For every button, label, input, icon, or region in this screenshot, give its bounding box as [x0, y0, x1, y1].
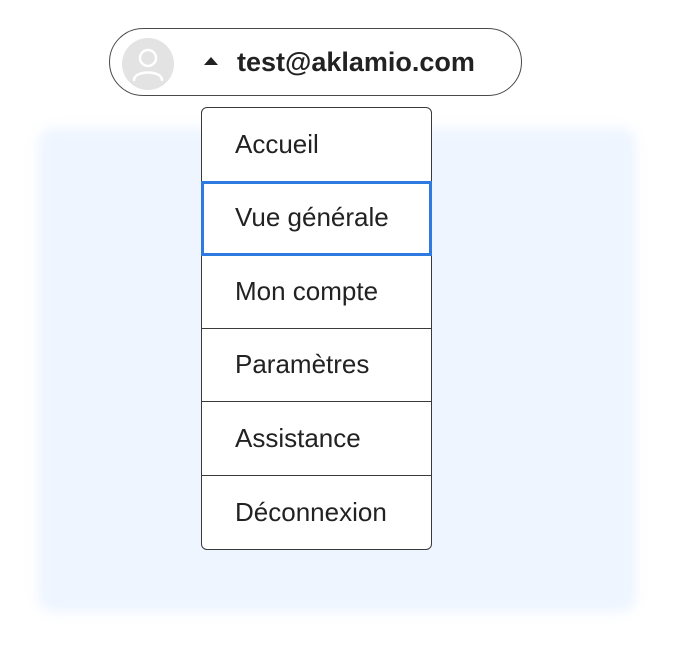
user-email: test@aklamio.com: [237, 47, 475, 77]
menu-item-assistance[interactable]: Assistance: [202, 402, 431, 476]
account-dropdown-menu: Accueil Vue générale Mon compte Paramètr…: [201, 107, 432, 550]
menu-item-accueil[interactable]: Accueil: [202, 108, 431, 182]
menu-item-vue-generale[interactable]: Vue générale: [201, 180, 432, 256]
menu-item-parametres[interactable]: Paramètres: [202, 329, 431, 402]
account-menu-toggle[interactable]: test@aklamio.com: [109, 28, 522, 96]
account-menu-widget: test@aklamio.com Accueil Vue générale Mo…: [0, 0, 673, 648]
user-avatar-icon: [122, 38, 174, 90]
menu-item-deconnexion[interactable]: Déconnexion: [202, 476, 431, 550]
menu-item-mon-compte[interactable]: Mon compte: [202, 255, 431, 329]
caret-up-icon: [204, 57, 218, 65]
